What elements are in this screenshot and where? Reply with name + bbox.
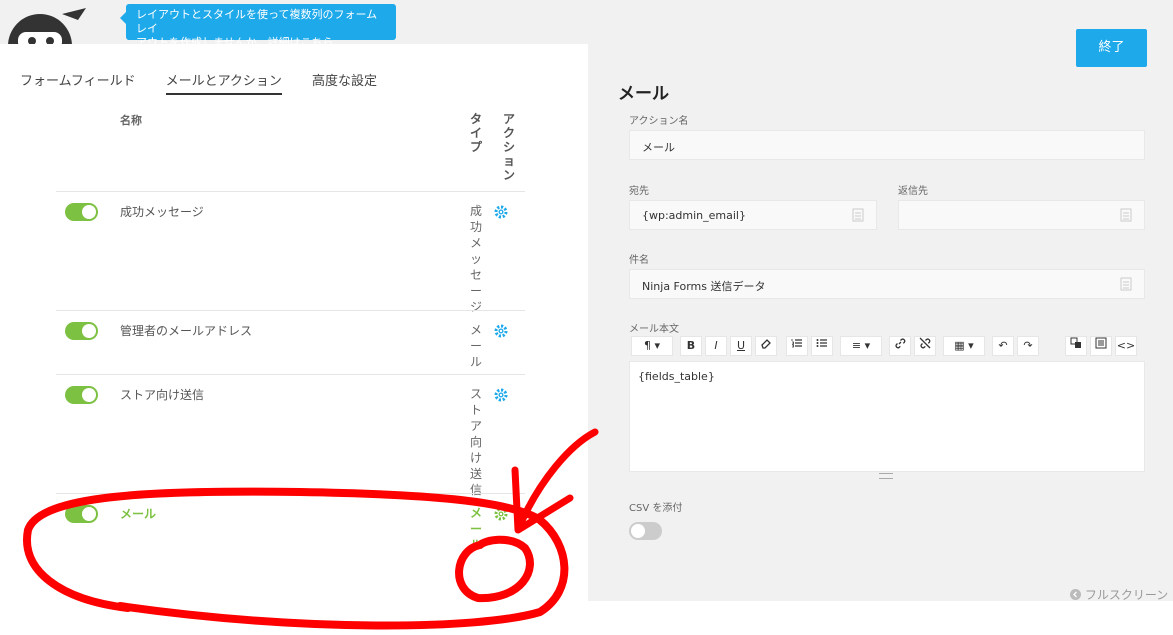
fullscreen-button[interactable]: フルスクリーン xyxy=(1070,586,1168,603)
action-name: メール xyxy=(120,507,157,521)
table-row: メール メール xyxy=(56,493,525,557)
layout-tooltip[interactable]: レイアウトとスタイルを使って複数列のフォームレイ アウトを作成しませんか。詳細は… xyxy=(120,4,396,49)
subject-value: Ninja Forms 送信データ xyxy=(642,280,766,293)
bold-button[interactable]: B xyxy=(680,336,702,356)
action-active-toggle[interactable] xyxy=(65,203,98,221)
underline-button[interactable]: U xyxy=(730,336,752,356)
redo-button[interactable]: ↷ xyxy=(1017,336,1039,356)
ordered-list-icon[interactable] xyxy=(786,336,808,356)
action-active-toggle[interactable] xyxy=(65,322,98,340)
column-header-type: タイプ xyxy=(470,112,483,154)
column-header-action: アクション xyxy=(503,112,516,182)
editor-toolbar: ¶ ▾ B I U ≡ ▾ ▦ ▾ ↶ ↷ <> xyxy=(628,334,1145,358)
bottom-strip xyxy=(588,601,1173,635)
action-type: ストア向け送信 xyxy=(470,387,483,497)
to-label: 宛先 xyxy=(629,186,649,197)
action-type: メール xyxy=(470,323,483,369)
action-active-toggle[interactable] xyxy=(65,386,98,404)
merge-tag-icon[interactable] xyxy=(1120,277,1132,291)
editor-resize-handle[interactable] xyxy=(879,473,893,479)
table-row: ストア向け送信 ストア向け送信 xyxy=(56,374,525,497)
table-row: 成功メッセージ 成功メッセージ xyxy=(56,191,525,314)
action-name-input[interactable]: メール xyxy=(629,130,1145,160)
italic-button[interactable]: I xyxy=(705,336,727,356)
top-bar: レイアウトとスタイルを使って複数列のフォームレイ アウトを作成しませんか。詳細は… xyxy=(0,0,1173,49)
code-view-button[interactable]: <> xyxy=(1115,336,1137,356)
ninja-logo-icon xyxy=(6,4,90,44)
subject-label: 件名 xyxy=(629,255,649,266)
email-body-label: メール本文 xyxy=(629,324,679,335)
action-type: メール xyxy=(470,506,483,552)
reply-to-input[interactable] xyxy=(898,200,1145,230)
column-header-name: 名称 xyxy=(120,114,142,127)
unlink-icon[interactable] xyxy=(914,336,936,356)
merge-tag-icon[interactable] xyxy=(1090,336,1112,356)
table-row: 管理者のメールアドレス メール xyxy=(56,310,525,374)
done-button[interactable]: 終了 xyxy=(1076,29,1147,67)
tab-advanced[interactable]: 高度な設定 xyxy=(312,70,377,95)
email-body-editor[interactable]: {fields_table} xyxy=(629,361,1145,472)
undo-button[interactable]: ↶ xyxy=(992,336,1014,356)
action-name: 成功メッセージ xyxy=(120,205,204,219)
unordered-list-icon[interactable] xyxy=(811,336,833,356)
to-value: {wp:admin_email} xyxy=(642,209,746,222)
csv-attach-label: CSV を添付 xyxy=(629,503,683,514)
eraser-icon[interactable] xyxy=(755,336,777,356)
gear-icon[interactable] xyxy=(494,507,508,521)
merge-tag-icon[interactable] xyxy=(852,208,864,222)
media-icon[interactable] xyxy=(1065,336,1087,356)
reply-to-label: 返信先 xyxy=(898,186,928,197)
tab-form-fields[interactable]: フォームフィールド xyxy=(20,70,136,95)
subject-input[interactable]: Ninja Forms 送信データ xyxy=(629,269,1145,299)
gear-icon[interactable] xyxy=(494,324,508,338)
action-name-label: アクション名 xyxy=(629,116,689,127)
to-input[interactable]: {wp:admin_email} xyxy=(629,200,877,230)
action-type: 成功メッセージ xyxy=(470,204,483,314)
tooltip-line-1: レイアウトとスタイルを使って複数列のフォームレイ xyxy=(136,8,378,35)
merge-tag-icon[interactable] xyxy=(1120,208,1132,222)
actions-table: 成功メッセージ 成功メッセージ 管理者のメールアドレス メール ストア向け送信 … xyxy=(56,191,525,557)
paragraph-style-select[interactable]: ¶ ▾ xyxy=(631,336,673,356)
action-name: 管理者のメールアドレス xyxy=(120,324,253,338)
tab-emails-actions[interactable]: メールとアクション xyxy=(165,70,282,95)
table-select[interactable]: ▦ ▾ xyxy=(943,336,985,356)
builder-tabs: フォームフィールド メールとアクション 高度な設定 xyxy=(20,70,377,95)
gear-icon[interactable] xyxy=(494,205,508,219)
link-icon[interactable] xyxy=(889,336,911,356)
fullscreen-icon xyxy=(1070,589,1081,600)
email-settings-drawer: 終了 メール アクション名 メール 宛先 {wp:admin_email} 返信… xyxy=(588,29,1173,601)
csv-attach-toggle[interactable] xyxy=(629,522,662,540)
action-name: ストア向け送信 xyxy=(120,388,205,402)
action-active-toggle[interactable] xyxy=(65,505,98,523)
align-select[interactable]: ≡ ▾ xyxy=(840,336,882,356)
drawer-title: メール xyxy=(618,84,669,104)
fullscreen-label: フルスクリーン xyxy=(1084,588,1169,602)
gear-icon[interactable] xyxy=(494,388,508,402)
